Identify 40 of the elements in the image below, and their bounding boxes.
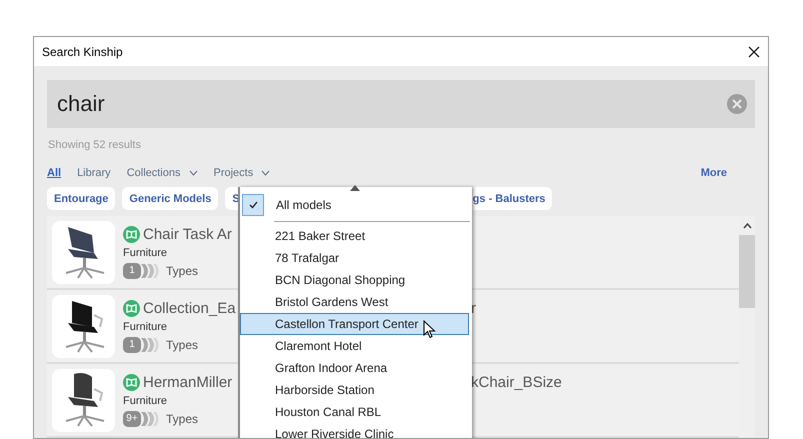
library-icon [123,226,140,242]
library-icon [123,374,140,390]
filter-tab[interactable]: Library [77,167,111,179]
stack-icon [141,262,161,278]
result-title: Collection_Ea [143,300,237,316]
search-field[interactable]: chair [47,80,755,128]
scrollbar[interactable] [739,216,755,438]
category-chip[interactable]: gs - Balusters [472,187,552,210]
checkbox[interactable] [242,194,264,216]
more-link[interactable]: More [700,167,727,179]
stack-icon [141,410,161,426]
window-title: Search Kinship [42,44,123,58]
type-count: 9+ [123,410,141,426]
menu-pointer-icon [350,185,360,191]
result-title: kChair_BSize [471,374,562,390]
filter-tab[interactable]: All [47,167,62,179]
result-title: Chair Task Ar [143,226,233,242]
cursor-icon [423,320,436,339]
scroll-thumb[interactable] [739,235,755,308]
type-count: 1 [123,336,141,352]
result-title: HermanMiller [143,374,234,390]
category-chip[interactable]: Generic Models [122,187,218,210]
close-icon[interactable] [748,46,760,58]
stack-icon [141,336,161,352]
library-icon [123,300,140,316]
filter-tab[interactable]: Projects [214,167,270,179]
scroll-up-icon[interactable] [742,223,752,229]
menu-item[interactable]: Castellon Transport Center [240,313,469,335]
types-label: Types [166,264,198,278]
category-chip[interactable]: Entourage [47,187,116,210]
category-label: Furniture [123,246,168,258]
types-label: Types [166,338,198,352]
result-title: r [471,300,476,316]
type-count: 1 [123,262,141,278]
category-label: Furniture [123,394,168,406]
result-count: Showing 52 results [48,139,142,153]
types-label: Types [166,412,198,426]
category-label: Furniture [123,320,168,332]
filter-tab[interactable]: Collections [126,167,198,179]
check-icon [248,201,258,209]
